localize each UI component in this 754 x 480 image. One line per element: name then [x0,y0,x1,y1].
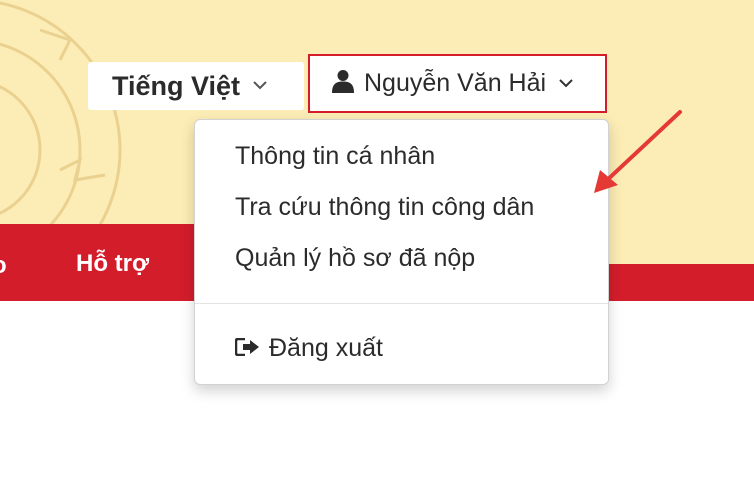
user-menu-button[interactable]: Nguyễn Văn Hải [308,54,607,113]
nav-item-partial[interactable]: o [0,252,7,280]
logout-label: Đăng xuất [269,334,383,362]
chevron-down-icon [252,77,268,95]
user-icon [332,69,354,98]
user-name: Nguyễn Văn Hải [364,69,547,97]
menu-item-personal-info[interactable]: Thông tin cá nhân [235,142,435,171]
chevron-down-icon [558,75,574,93]
menu-item-submitted-files[interactable]: Quản lý hồ sơ đã nộp [235,244,475,273]
nav-item-support[interactable]: Hỗ trợ [76,250,149,278]
header-right-strip [609,224,754,267]
language-label: Tiếng Việt [112,70,241,101]
menu-divider [195,303,608,304]
logout-button[interactable]: Đăng xuất [234,334,383,363]
menu-item-citizen-lookup[interactable]: Tra cứu thông tin công dân [235,193,534,222]
sign-out-icon [234,334,261,363]
user-dropdown-menu: Thông tin cá nhân Tra cứu thông tin công… [194,119,609,385]
language-selector[interactable]: Tiếng Việt [88,62,304,110]
